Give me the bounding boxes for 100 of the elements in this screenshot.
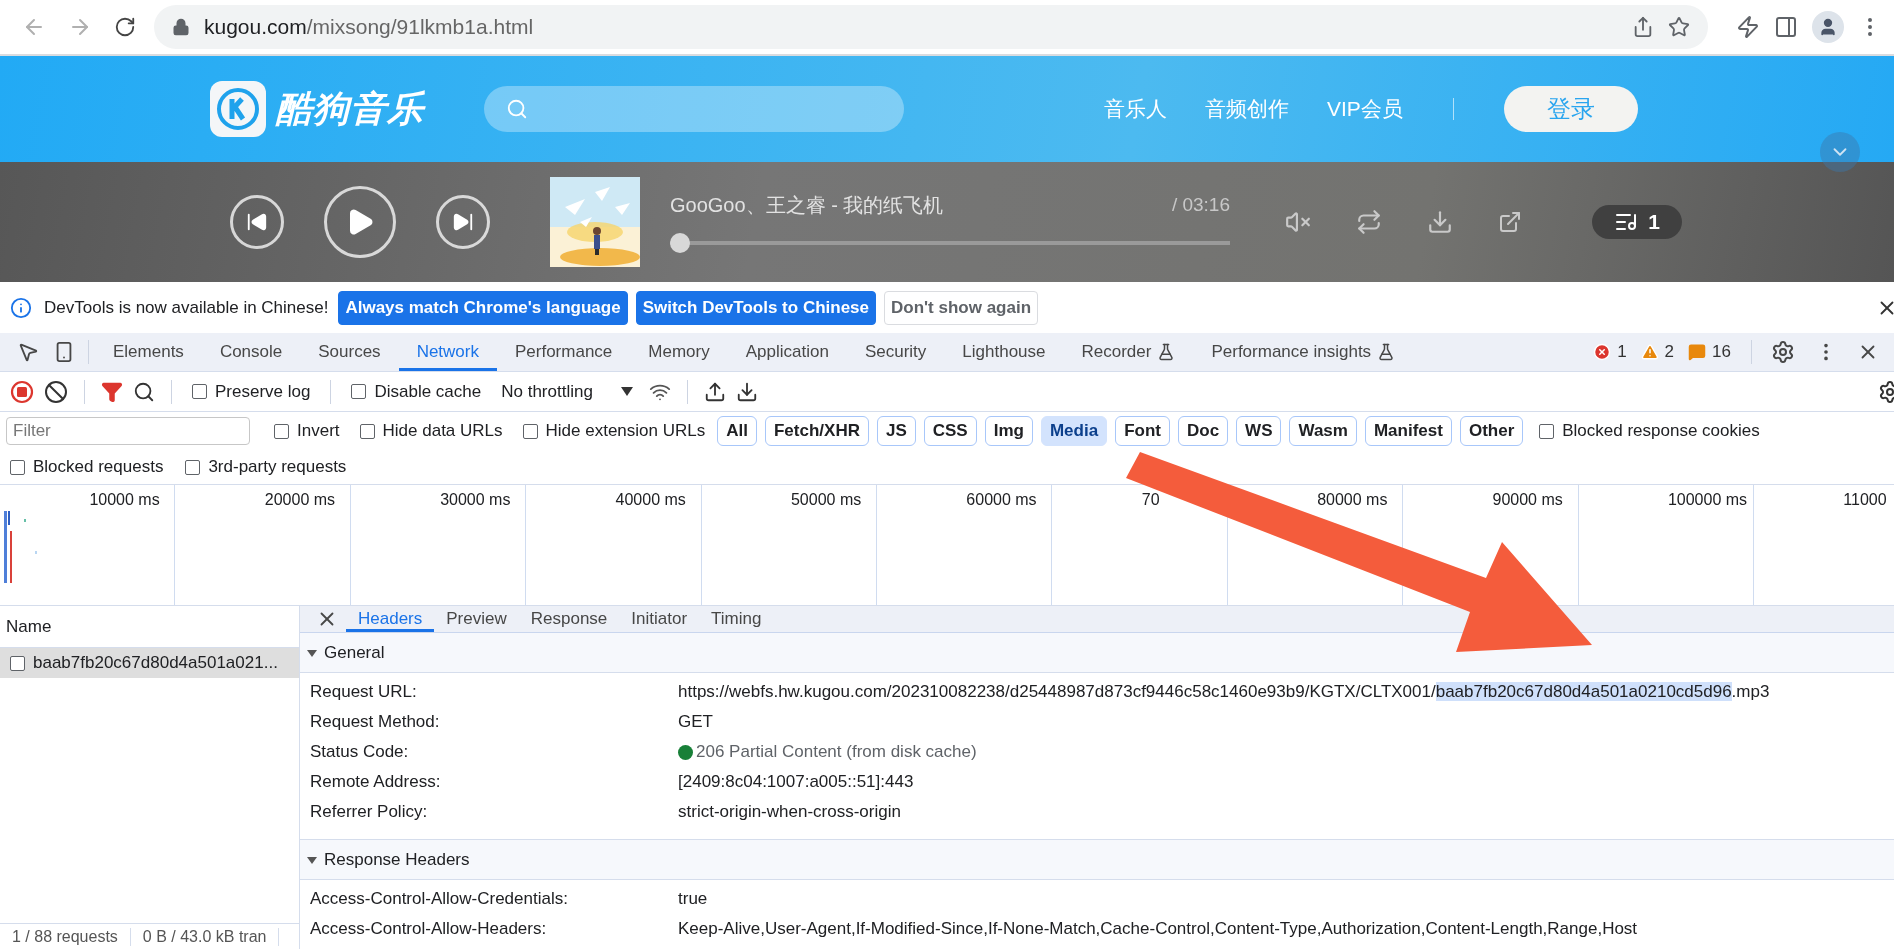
type-filter-chip[interactable]: Wasm — [1289, 416, 1357, 446]
lock-icon — [172, 18, 190, 36]
header-name: Request URL: — [309, 682, 418, 702]
clear-icon[interactable] — [44, 379, 68, 404]
section-header[interactable]: Response Headers — [300, 840, 1894, 880]
record-stop-icon[interactable] — [10, 379, 34, 404]
download-icon[interactable] — [735, 380, 758, 403]
infobar-button[interactable]: Switch DevTools to Chinese — [635, 290, 876, 325]
error-count: 1 — [1617, 342, 1627, 362]
previous-button[interactable] — [230, 195, 284, 249]
play-button[interactable] — [324, 186, 396, 258]
reload-icon — [114, 16, 136, 38]
type-filter-chip[interactable]: Font — [1115, 416, 1170, 446]
playlist-button[interactable]: 1 — [1592, 205, 1682, 239]
lightning-icon[interactable] — [1736, 15, 1760, 39]
type-filter-chip[interactable]: Manifest — [1364, 416, 1452, 446]
timeline-label: 100000 ms — [1667, 491, 1748, 509]
devtools-tab[interactable]: Memory — [630, 333, 728, 371]
song-duration: / 03:16 — [1171, 194, 1230, 216]
type-filter-chip[interactable]: Media — [1040, 416, 1108, 446]
search-icon[interactable] — [133, 380, 155, 403]
filter-icon[interactable] — [101, 380, 123, 403]
infobar-button[interactable]: Always match Chrome's language — [338, 290, 628, 325]
timeline-label: 40000 ms — [615, 491, 687, 509]
checkbox-option[interactable]: Preserve log — [192, 381, 311, 402]
address-bar[interactable]: kugou.com/mixsong/91lkmb1a.html — [154, 5, 1708, 49]
settings-icon[interactable] — [1771, 340, 1795, 364]
devtools-tab[interactable]: Performance insights — [1193, 333, 1414, 371]
header-value: Keep-Alive,User-Agent,If-Modified-Since,If-None-Match,Cache-Control,Content-Type,Authorization,Content-Length,Range,Host — [678, 919, 1638, 939]
checkbox-option[interactable]: Hide data URLs — [359, 421, 503, 441]
type-filter-chip[interactable]: Img — [984, 416, 1033, 446]
type-filter-chip[interactable]: Doc — [1177, 416, 1229, 446]
checkbox-option[interactable]: Invert — [274, 421, 340, 441]
header-name: Access-Control-Allow-Credentials: — [309, 889, 569, 909]
timeline-label: 70 — [1141, 491, 1161, 509]
filter-field[interactable]: Filter — [6, 417, 250, 445]
checkbox-option[interactable]: Hide extension URLs — [522, 421, 706, 441]
header-value: strict-origin-when-cross-origin — [678, 802, 901, 822]
timeline-label: 30000 ms — [440, 491, 512, 509]
type-filter-chip[interactable]: All — [717, 416, 757, 446]
profile-avatar[interactable] — [1812, 11, 1844, 43]
checkbox-option[interactable]: Disable cache — [351, 381, 482, 402]
devtools-tab[interactable]: Sources — [300, 333, 399, 371]
header-value: [2409:8c04:1007:a005::51]:443 — [678, 772, 914, 792]
error-icon — [1593, 343, 1612, 361]
details-tab[interactable]: Timing — [699, 606, 774, 632]
element-picker-icon[interactable] — [17, 341, 39, 363]
share-icon[interactable] — [1632, 16, 1654, 38]
skip-back-icon — [246, 211, 268, 233]
devtools-tab[interactable]: Security — [846, 333, 945, 371]
issue-icon — [1688, 343, 1707, 361]
details-tab[interactable]: Initiator — [619, 606, 700, 632]
song-title: GooGoo、王之睿 - 我的纸飞机 — [670, 192, 944, 218]
logo-text: 酷狗音乐 — [276, 86, 424, 131]
header-name: Referrer Policy: — [309, 802, 429, 822]
checkbox-option[interactable]: 3rd-party requests — [185, 457, 347, 477]
status-dot-icon — [678, 744, 693, 760]
warning-count: 2 — [1664, 342, 1675, 362]
next-button[interactable] — [436, 195, 490, 249]
timeline-label: 11000 — [1843, 491, 1888, 509]
timeline-label: 50000 ms — [790, 491, 863, 509]
type-filter-chip[interactable]: Fetch/XHR — [765, 416, 869, 446]
devtools-tab[interactable]: Application — [727, 333, 847, 371]
timeline-label: 10000 ms — [89, 491, 161, 509]
devtools-tab[interactable]: Console — [201, 333, 301, 371]
checkbox-option[interactable]: Blocked requests — [10, 457, 164, 477]
section-header[interactable]: General — [300, 633, 1894, 673]
devtools-tab[interactable]: Lighthouse — [944, 333, 1064, 371]
header-name: Status Code: — [309, 742, 410, 762]
upload-icon[interactable] — [703, 380, 726, 403]
header-value: GET — [678, 712, 713, 732]
mute-icon[interactable] — [1285, 209, 1311, 235]
type-filter-chip[interactable]: WS — [1236, 416, 1282, 446]
details-tab[interactable]: Response — [518, 606, 620, 632]
flask-icon — [1157, 343, 1176, 361]
throttling-dropdown[interactable]: No throttling — [495, 380, 639, 403]
timeline-label: 90000 ms — [1492, 491, 1564, 509]
repeat-icon[interactable] — [1356, 209, 1382, 235]
devtools-tab[interactable]: Performance — [497, 333, 631, 371]
skip-forward-icon — [452, 211, 474, 233]
header-value: https://webfs.hw.kugou.com/202310082238/d25448987d873cf9446c58c1460e93b9/KGTX/CLTX001/baab7fb20c67d80d4a501a0210cd5d96.mp3 — [678, 682, 1770, 702]
devtools-tab[interactable]: Recorder — [1063, 333, 1194, 371]
timeline-label: 80000 ms — [1317, 491, 1389, 509]
type-filter-chip[interactable]: Other — [1459, 416, 1524, 446]
warning-icon — [1640, 343, 1659, 361]
star-icon[interactable] — [1668, 16, 1690, 38]
side-panel-icon[interactable] — [1774, 15, 1798, 39]
checkbox-option[interactable]: Blocked response cookies — [1539, 421, 1760, 441]
logo-icon — [210, 81, 266, 137]
infobar-button[interactable]: Don't show again — [884, 290, 1039, 325]
details-tab[interactable]: Preview — [434, 606, 519, 632]
info-icon — [10, 296, 32, 319]
request-row[interactable]: baab7fb20c67d80d4a501a021... — [0, 648, 299, 678]
devtools-tab[interactable]: Elements — [95, 333, 202, 371]
search-field[interactable] — [484, 86, 904, 132]
devtools-tab[interactable]: Network — [398, 333, 497, 371]
type-filter-chip[interactable]: CSS — [923, 416, 977, 446]
share-icon[interactable] — [1498, 210, 1522, 234]
url-text: kugou.com/mixsong/91lkmb1a.html — [204, 15, 535, 39]
type-filter-chip[interactable]: JS — [876, 416, 916, 446]
